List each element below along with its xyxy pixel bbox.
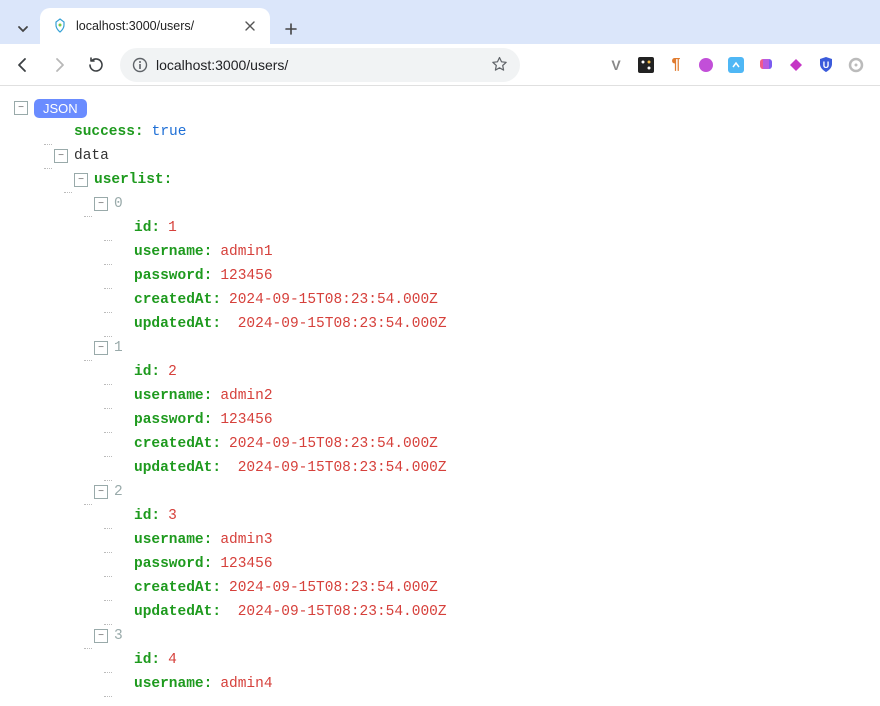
val-username: admin2 <box>220 388 272 404</box>
new-tab-button[interactable] <box>276 14 306 44</box>
key-id: id <box>134 652 151 668</box>
svg-text:U: U <box>823 60 830 70</box>
array-index: 1 <box>114 340 123 356</box>
ext-ring-icon[interactable] <box>846 55 866 75</box>
tab-close-button[interactable] <box>242 18 258 34</box>
val-username: admin4 <box>220 676 272 692</box>
ext-paragraph-icon[interactable]: ¶ <box>666 55 686 75</box>
val-password: 123456 <box>220 268 272 284</box>
tab-title: localhost:3000/users/ <box>76 19 234 33</box>
key-updatedat: updatedAt <box>134 604 212 620</box>
ext-kite-icon[interactable] <box>786 55 806 75</box>
collapse-toggle[interactable]: − <box>94 629 108 643</box>
val-createdat: 2024-09-15T08:23:54.000Z <box>229 580 438 596</box>
bookmark-star-icon[interactable] <box>491 56 508 73</box>
val-updatedat: 2024-09-15T08:23:54.000Z <box>238 604 447 620</box>
val-id: 4 <box>168 652 177 668</box>
extensions-row: V ¶ U <box>606 55 872 75</box>
key-id: id <box>134 220 151 236</box>
key-createdat: createdAt <box>134 292 212 308</box>
array-index: 0 <box>114 196 123 212</box>
reload-button[interactable] <box>80 50 110 80</box>
ext-blue-square-icon[interactable] <box>726 55 746 75</box>
key-id: id <box>134 508 151 524</box>
forward-button[interactable] <box>44 50 74 80</box>
key-username: username <box>134 388 204 404</box>
key-id: id <box>134 364 151 380</box>
ext-shield-icon[interactable]: U <box>816 55 836 75</box>
browser-tabstrip: localhost:3000/users/ <box>0 0 880 44</box>
val-success: true <box>152 124 187 140</box>
json-viewer: − JSON · success : true − data − userlis… <box>0 86 880 706</box>
back-button[interactable] <box>8 50 38 80</box>
key-createdat: createdAt <box>134 580 212 596</box>
val-id: 3 <box>168 508 177 524</box>
key-data: data <box>74 148 109 164</box>
collapse-toggle[interactable]: − <box>14 101 28 115</box>
array-index: 2 <box>114 484 123 500</box>
val-id: 1 <box>168 220 177 236</box>
key-password: password <box>134 556 204 572</box>
ext-purple-circle-icon[interactable] <box>696 55 716 75</box>
browser-toolbar: localhost:3000/users/ V ¶ U <box>0 44 880 86</box>
val-id: 2 <box>168 364 177 380</box>
key-username: username <box>134 532 204 548</box>
key-createdat: createdAt <box>134 436 212 452</box>
key-password: password <box>134 412 204 428</box>
val-createdat: 2024-09-15T08:23:54.000Z <box>229 292 438 308</box>
val-createdat: 2024-09-15T08:23:54.000Z <box>229 436 438 452</box>
site-info-icon[interactable] <box>132 57 148 73</box>
key-password: password <box>134 268 204 284</box>
val-updatedat: 2024-09-15T08:23:54.000Z <box>238 316 447 332</box>
collapse-toggle[interactable]: − <box>94 197 108 211</box>
ext-brain-icon[interactable] <box>756 55 776 75</box>
tabs-dropdown-button[interactable] <box>8 14 38 44</box>
ext-dice-icon[interactable] <box>636 55 656 75</box>
collapse-toggle[interactable]: − <box>94 341 108 355</box>
val-password: 123456 <box>220 556 272 572</box>
key-username: username <box>134 244 204 260</box>
json-root-badge: JSON <box>34 99 87 118</box>
key-updatedat: updatedAt <box>134 460 212 476</box>
url-text: localhost:3000/users/ <box>156 57 483 73</box>
val-updatedat: 2024-09-15T08:23:54.000Z <box>238 460 447 476</box>
key-username: username <box>134 676 204 692</box>
collapse-toggle[interactable]: − <box>54 149 68 163</box>
key-success: success <box>74 124 135 140</box>
tab-favicon-icon <box>52 18 68 34</box>
browser-tab-active[interactable]: localhost:3000/users/ <box>40 8 270 44</box>
address-bar[interactable]: localhost:3000/users/ <box>120 48 520 82</box>
collapse-toggle[interactable]: − <box>94 485 108 499</box>
val-password: 123456 <box>220 412 272 428</box>
collapse-toggle[interactable]: − <box>74 173 88 187</box>
ext-v-icon[interactable]: V <box>606 55 626 75</box>
val-username: admin3 <box>220 532 272 548</box>
array-index: 3 <box>114 628 123 644</box>
val-username: admin1 <box>220 244 272 260</box>
key-updatedat: updatedAt <box>134 316 212 332</box>
key-userlist: userlist <box>94 172 164 188</box>
